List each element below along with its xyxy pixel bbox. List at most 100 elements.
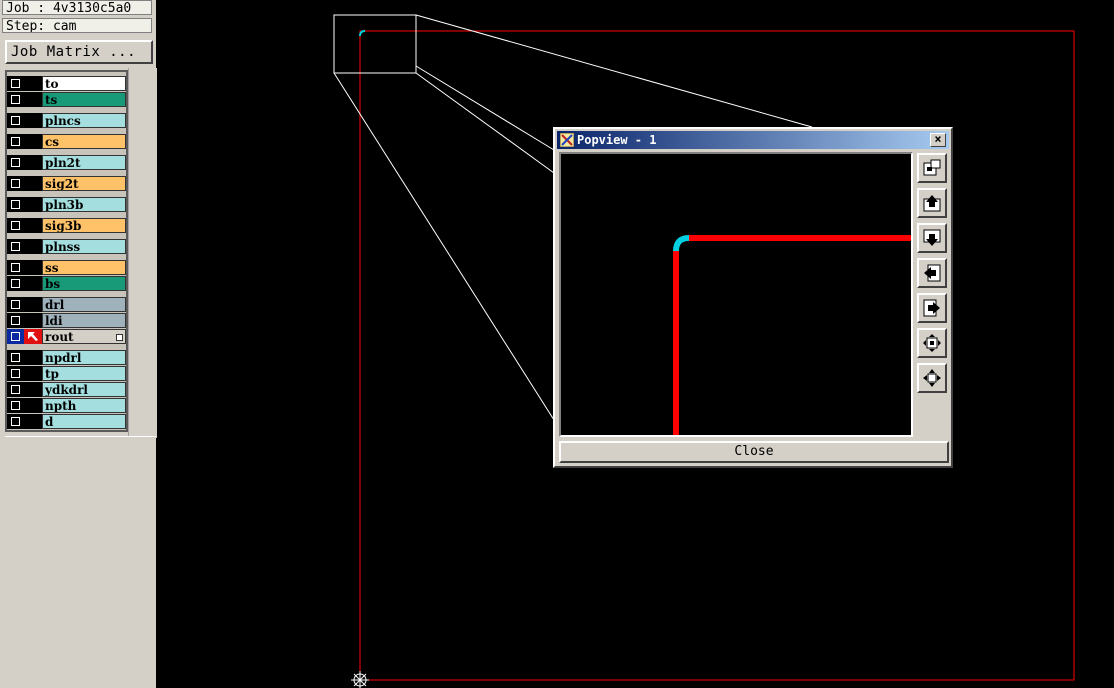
pan-down-icon xyxy=(923,229,941,246)
layer-row-plnss[interactable]: plnss xyxy=(7,239,128,254)
layer-name[interactable]: tp xyxy=(42,366,126,381)
layer-name[interactable]: ss xyxy=(42,260,126,275)
popview-viewport[interactable] xyxy=(559,152,913,437)
zoom-line-top xyxy=(415,14,813,128)
layer-name[interactable]: sig3b xyxy=(42,218,126,233)
layer-row-cs[interactable]: cs xyxy=(7,134,128,149)
layer-row-tp[interactable]: tp xyxy=(7,366,128,381)
layer-row-sig3b[interactable]: sig3b xyxy=(7,218,128,233)
zoom-source-rect xyxy=(333,14,417,74)
layer-checkbox[interactable] xyxy=(7,92,24,107)
layer-row-to[interactable]: to xyxy=(7,76,128,91)
layer-name[interactable]: pln2t xyxy=(42,155,126,170)
layer-checkbox[interactable] xyxy=(7,398,24,413)
layer-checkbox[interactable] xyxy=(7,176,24,191)
popview-drawing xyxy=(673,235,911,435)
layer-status-cell xyxy=(24,260,42,275)
app-window: Job : 4v3130c5a0 Step: cam Job Matrix ..… xyxy=(0,0,1114,688)
layer-checkbox[interactable] xyxy=(7,76,24,91)
pan-right-button[interactable] xyxy=(917,293,947,323)
layer-checkbox[interactable] xyxy=(7,155,24,170)
pan-down-button[interactable] xyxy=(917,223,947,253)
layer-checkbox[interactable] xyxy=(7,313,24,328)
layer-name[interactable]: plncs xyxy=(42,113,126,128)
layer-row-bs[interactable]: bs xyxy=(7,276,128,291)
layer-row-d[interactable]: d xyxy=(7,414,128,429)
pan-up-button[interactable] xyxy=(917,188,947,218)
zoom-in-icon xyxy=(923,369,941,387)
close-icon[interactable]: × xyxy=(930,133,946,147)
popview-title: Popview - 1 xyxy=(577,133,657,147)
close-button[interactable]: Close xyxy=(559,441,949,463)
layer-name[interactable]: plnss xyxy=(42,239,126,254)
layer-checkbox[interactable] xyxy=(7,197,24,212)
layer-row-npth[interactable]: npth xyxy=(7,398,128,413)
layer-row-plncs[interactable]: plncs xyxy=(7,113,128,128)
layer-checkbox[interactable] xyxy=(7,239,24,254)
layer-status-cell xyxy=(24,92,42,107)
layer-checkbox[interactable] xyxy=(7,113,24,128)
layer-row-ldi[interactable]: ldi xyxy=(7,313,128,328)
layer-status-cell xyxy=(24,297,42,312)
layer-row-ydkdrl[interactable]: ydkdrl xyxy=(7,382,128,397)
layer-status-cell xyxy=(24,398,42,413)
layer-row-npdrl[interactable]: npdrl xyxy=(7,350,128,365)
layer-name[interactable]: cs xyxy=(42,134,126,149)
layer-status-cell xyxy=(24,134,42,149)
zoom-line-right-1 xyxy=(415,65,555,151)
popview-titlebar[interactable]: Popview - 1 × xyxy=(557,131,949,149)
layer-name[interactable]: npth xyxy=(42,398,126,413)
pan-left-icon xyxy=(924,264,941,282)
layer-checkbox[interactable] xyxy=(7,134,24,149)
layer-row-ts[interactable]: ts xyxy=(7,92,128,107)
layer-status-cell xyxy=(24,113,42,128)
layer-list-scrollbar[interactable] xyxy=(128,68,157,438)
layer-row-pln3b[interactable]: pln3b xyxy=(7,197,128,212)
job-matrix-button[interactable]: Job Matrix ... xyxy=(5,40,153,64)
layer-checkbox[interactable] xyxy=(7,350,24,365)
layer-name[interactable]: pln3b xyxy=(42,197,126,212)
layer-checkbox[interactable] xyxy=(7,382,24,397)
rout-corner-arc xyxy=(673,235,690,252)
layer-row-ss[interactable]: ss xyxy=(7,260,128,275)
layer-checkbox[interactable] xyxy=(7,366,24,381)
zoom-out-button[interactable] xyxy=(917,328,947,358)
layer-name[interactable]: bs xyxy=(42,276,126,291)
layer-status-cell xyxy=(24,218,42,233)
pan-right-icon xyxy=(923,299,940,317)
layer-name[interactable]: drl xyxy=(42,297,126,312)
layer-checkbox[interactable] xyxy=(7,297,24,312)
layer-name[interactable]: d xyxy=(42,414,126,429)
layer-checkbox[interactable] xyxy=(7,260,24,275)
layer-row-sig2t[interactable]: sig2t xyxy=(7,176,128,191)
layer-checkbox[interactable] xyxy=(7,329,24,344)
zoom-line-left xyxy=(333,72,555,421)
job-label: Job : 4v3130c5a0 xyxy=(2,0,152,15)
layer-name[interactable]: sig2t xyxy=(42,176,126,191)
layer-checkbox[interactable] xyxy=(7,218,24,233)
zoom-in-button[interactable] xyxy=(917,363,947,393)
pan-left-button[interactable] xyxy=(917,258,947,288)
zoom-window-icon xyxy=(923,159,941,176)
layer-row-drl[interactable]: drl xyxy=(7,297,128,312)
layer-status-cell xyxy=(24,382,42,397)
layer-name[interactable]: ldi xyxy=(42,313,126,328)
layer-name[interactable]: rout xyxy=(42,329,126,344)
layer-status-cell xyxy=(24,366,42,381)
layer-name[interactable]: ydkdrl xyxy=(42,382,126,397)
layer-list: to ts plncs cs pln2t sig2t pln3b sig3b plnss ss bs… xyxy=(5,70,128,432)
layer-row-pln2t[interactable]: pln2t xyxy=(7,155,128,170)
panel-empty-area xyxy=(5,436,156,688)
layer-name[interactable]: npdrl xyxy=(42,350,126,365)
layer-name[interactable]: ts xyxy=(42,92,126,107)
layer-checkbox[interactable] xyxy=(7,276,24,291)
layer-status-cell xyxy=(24,414,42,429)
layer-row-rout[interactable]: rout xyxy=(7,329,128,344)
layer-status-cell xyxy=(24,276,42,291)
zoom-out-icon xyxy=(923,334,941,352)
zoom-window-button[interactable] xyxy=(917,153,947,183)
layer-expand-icon[interactable] xyxy=(116,334,123,341)
layer-name[interactable]: to xyxy=(42,76,126,91)
layer-checkbox[interactable] xyxy=(7,414,24,429)
layer-status-cell xyxy=(24,313,42,328)
